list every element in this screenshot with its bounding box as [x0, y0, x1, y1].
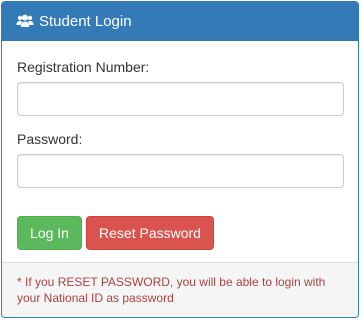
registration-group: Registration Number: — [17, 59, 344, 116]
password-label: Password: — [17, 131, 83, 147]
password-input[interactable] — [17, 154, 344, 188]
reset-note-line-1: * If you RESET PASSWORD, you will be abl… — [17, 275, 326, 289]
panel-footer: * If you RESET PASSWORD, you will be abl… — [2, 262, 358, 317]
student-login-panel: Student Login Registration Number: Passw… — [1, 1, 359, 318]
password-group: Password: — [17, 131, 344, 188]
panel-heading: Student Login — [2, 2, 358, 41]
reset-password-button[interactable]: Reset Password — [86, 216, 214, 250]
login-button[interactable]: Log In — [17, 216, 82, 250]
registration-number-input[interactable] — [17, 82, 344, 116]
button-row: Log In Reset Password — [17, 216, 343, 250]
users-icon — [16, 14, 34, 28]
registration-label: Registration Number: — [17, 59, 150, 75]
login-form: Registration Number: Password: Log In Re… — [2, 41, 358, 250]
reset-note-line-2: your National ID as password — [17, 291, 174, 305]
panel-title: Student Login — [39, 12, 132, 30]
